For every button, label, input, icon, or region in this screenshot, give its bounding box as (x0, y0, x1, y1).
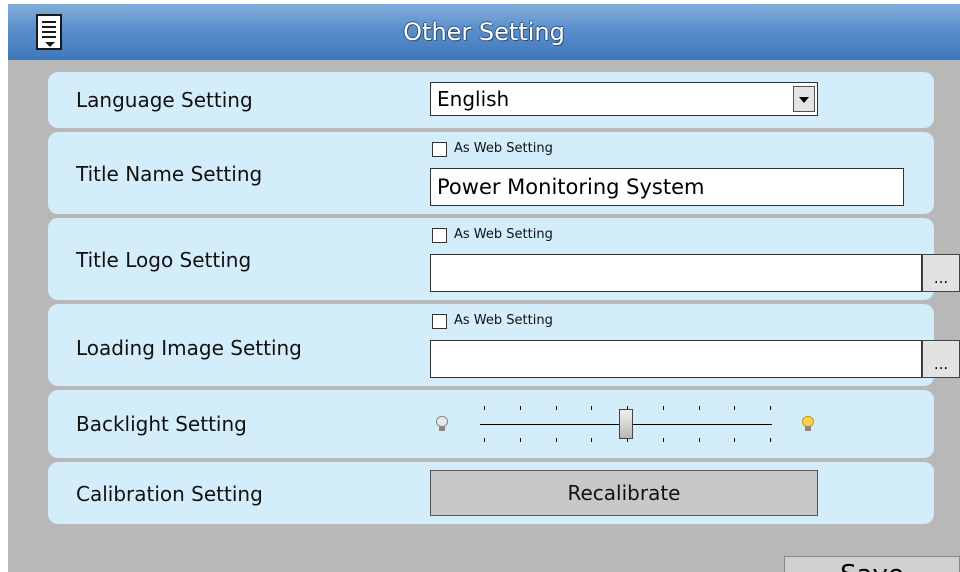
title-logo-browse-button[interactable]: ... (922, 254, 960, 292)
settings-window: Other Setting Language Setting English T… (8, 4, 960, 572)
title-name-input[interactable]: Power Monitoring System (430, 168, 904, 206)
slider-tick-top (556, 406, 557, 410)
calibration-setting-label: Calibration Setting (76, 482, 263, 506)
save-button[interactable]: Save (784, 556, 960, 572)
slider-tick-bottom (484, 438, 485, 442)
language-setting-row: Language Setting English (48, 72, 934, 128)
title-logo-web-checkbox-label: As Web Setting (454, 227, 553, 242)
loading-image-setting-row: Loading Image Setting As Web Setting ... (48, 304, 960, 386)
chevron-down-icon[interactable] (793, 86, 815, 112)
slider-tick-top (663, 406, 664, 410)
backlight-setting-row: Backlight Setting (48, 390, 934, 458)
slider-tick-top (734, 406, 735, 410)
loading-image-web-checkbox[interactable] (432, 314, 447, 329)
title-logo-path-input[interactable] (430, 254, 922, 292)
title-name-setting-label: Title Name Setting (76, 162, 263, 186)
screen: Other Setting Language Setting English T… (0, 0, 960, 572)
slider-tick-top (484, 406, 485, 410)
slider-tick-top (520, 406, 521, 410)
slider-tick-bottom (770, 438, 771, 442)
title-name-web-checkbox[interactable] (432, 142, 447, 157)
language-setting-label: Language Setting (76, 88, 253, 112)
backlight-slider[interactable] (434, 400, 774, 448)
bright-bulb-icon (802, 416, 814, 432)
slider-tick-top (770, 406, 771, 410)
recalibrate-button[interactable]: Recalibrate (430, 470, 818, 516)
title-name-input-value: Power Monitoring System (437, 175, 705, 199)
loading-image-browse-button[interactable]: ... (922, 340, 960, 378)
slider-tick-bottom (591, 438, 592, 442)
slider-tick-top (699, 406, 700, 410)
title-logo-setting-label: Title Logo Setting (76, 248, 252, 272)
calibration-setting-row: Calibration Setting Recalibrate (48, 462, 934, 524)
language-select[interactable]: English (430, 82, 818, 116)
loading-image-web-checkbox-label: As Web Setting (454, 313, 553, 328)
menu-icon[interactable] (36, 14, 62, 50)
title-logo-setting-row: Title Logo Setting As Web Setting ... (48, 218, 960, 300)
loading-image-setting-label: Loading Image Setting (76, 336, 302, 360)
slider-tick-bottom (556, 438, 557, 442)
slider-tick-top (591, 406, 592, 410)
loading-image-path-input[interactable] (430, 340, 922, 378)
title-bar: Other Setting (8, 4, 960, 60)
title-name-setting-row: Title Name Setting As Web Setting Power … (48, 132, 934, 214)
slider-tick-bottom (734, 438, 735, 442)
language-select-value: English (437, 87, 510, 111)
slider-tick-bottom (699, 438, 700, 442)
slider-tick-bottom (520, 438, 521, 442)
backlight-setting-label: Backlight Setting (76, 412, 247, 436)
title-logo-web-checkbox[interactable] (432, 228, 447, 243)
slider-thumb[interactable] (619, 409, 633, 439)
slider-tick-bottom (663, 438, 664, 442)
page-title: Other Setting (403, 18, 565, 46)
ellipsis-icon: ... (933, 355, 949, 373)
ellipsis-icon: ... (933, 269, 949, 287)
title-name-web-checkbox-label: As Web Setting (454, 141, 553, 156)
